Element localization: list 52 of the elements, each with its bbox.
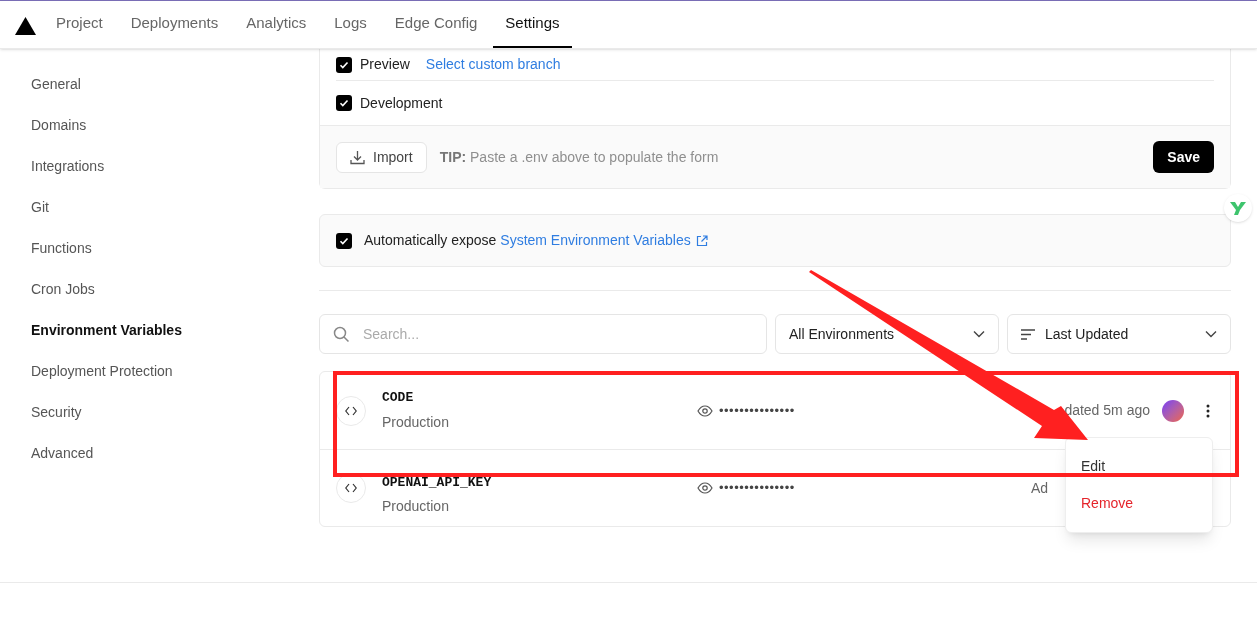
menu-item[interactable]: Remove: [1066, 485, 1212, 522]
avatar: [1162, 399, 1184, 422]
menu-item[interactable]: Edit: [1066, 448, 1212, 485]
checkbox[interactable]: [336, 232, 352, 249]
sidebar-item[interactable]: Security: [31, 402, 319, 423]
checkbox[interactable]: [336, 56, 352, 73]
sidebar-item[interactable]: Deployment Protection: [31, 361, 319, 382]
sidebar-item[interactable]: Environment Variables: [31, 320, 319, 341]
sidebar-item[interactable]: Cron Jobs: [31, 279, 319, 300]
sidebar-item[interactable]: Git: [31, 197, 319, 218]
sort-lines-icon: [1021, 328, 1035, 340]
auto-expose-label: Automatically expose: [364, 231, 497, 250]
custom-branch-link[interactable]: Select custom branch: [425, 54, 561, 75]
nav-tab[interactable]: Edge Config: [382, 1, 490, 48]
nav-tab[interactable]: Logs: [322, 1, 379, 48]
eye-icon[interactable]: [697, 404, 713, 417]
environment-label: Development: [360, 93, 443, 113]
check-icon: [339, 98, 349, 108]
sidebar-item[interactable]: Advanced: [31, 443, 319, 464]
masked-value: •••••••••••••••: [719, 479, 795, 498]
sidebar-item[interactable]: Domains: [31, 115, 319, 136]
external-link-icon: [695, 234, 708, 247]
eye-icon[interactable]: [697, 482, 713, 494]
checkbox[interactable]: [336, 95, 352, 111]
nav-tab[interactable]: Project: [44, 1, 115, 48]
nav-tab[interactable]: Analytics: [234, 1, 319, 48]
tip-text: TIP: Paste a .env above to populate the form: [439, 147, 719, 167]
download-icon: [350, 149, 365, 165]
environment-label: Preview: [360, 55, 410, 74]
sort-select[interactable]: Last Updated: [1007, 314, 1231, 354]
masked-value: •••••••••••••••: [719, 401, 795, 420]
chevron-down-icon: [973, 330, 985, 338]
triangle-logo-icon[interactable]: [15, 17, 36, 35]
chevron-down-icon: [1205, 330, 1217, 338]
updated-time: dated 5m ago: [1064, 401, 1150, 420]
search-field[interactable]: Search...: [319, 314, 767, 354]
environment-label: Production: [382, 497, 450, 517]
check-icon: [339, 59, 349, 70]
sidebar-item[interactable]: Functions: [31, 238, 319, 259]
nav-tab[interactable]: Deployments: [118, 1, 231, 48]
sidebar-item[interactable]: General: [31, 74, 319, 95]
updated-time: Ad: [1030, 478, 1048, 498]
search-icon: [333, 326, 350, 343]
more-icon[interactable]: [1206, 403, 1210, 418]
sidebar-item[interactable]: Integrations: [31, 156, 319, 177]
system-env-link[interactable]: System Environment Variables: [500, 230, 708, 251]
environment-label: Production: [382, 412, 450, 432]
check-icon: [339, 235, 349, 246]
save-button[interactable]: Save: [1153, 141, 1214, 173]
variable-name: CODE: [382, 389, 415, 408]
variable-name: OPENAI_API_KEY: [382, 473, 493, 492]
import-button[interactable]: Import: [336, 141, 427, 173]
